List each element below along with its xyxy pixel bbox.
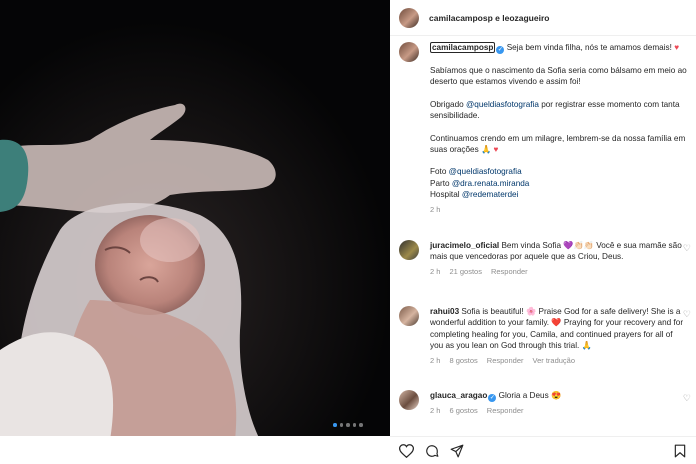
commenter-username[interactable]: rahui03	[430, 307, 459, 316]
carousel-dot[interactable]	[346, 423, 350, 427]
comment-body: rahui03 Sofia is beautiful! 🌸 Praise God…	[430, 306, 686, 366]
mention-link[interactable]: @queldiasfotografia	[466, 100, 539, 109]
caption-body: camilacamposp ✓ Seja bem vinda filha, nós…	[430, 42, 688, 215]
comment-body: glauca_aragao ✓ Gloria a Deus 😍 2 h6 gost…	[430, 390, 686, 416]
credit-parto: Parto @dra.renata.miranda	[430, 178, 688, 189]
caption-paragraph-1: Sabíamos que o nascimento da Sofia seria…	[430, 66, 687, 87]
translate-button[interactable]: Ver tradução	[533, 356, 576, 365]
caption: camilacamposp ✓ Seja bem vinda filha, nós…	[399, 42, 689, 215]
share-icon[interactable]	[450, 444, 464, 458]
comment-body: juracimelo_oficial Bem vinda Sofia 💜👏🏻👏🏻…	[430, 240, 686, 277]
heart-icon[interactable]: ♡	[683, 243, 691, 254]
post-photo[interactable]	[0, 0, 390, 440]
comment-likes[interactable]: 6 gostos	[449, 406, 477, 415]
commenter-avatar[interactable]	[399, 306, 419, 326]
credit-label: Hospital	[430, 190, 462, 200]
comment: glauca_aragao ✓ Gloria a Deus 😍 2 h6 gost…	[399, 390, 695, 416]
comment-text: Gloria a Deus 😍	[496, 391, 562, 400]
comment-meta: 2 h 21 gostos Responder	[430, 266, 686, 277]
action-bar	[390, 436, 696, 464]
like-icon[interactable]	[399, 443, 414, 458]
credit-foto: Foto @queldiasfotografia	[430, 166, 688, 177]
credit-hospital: Hospital @redematerdei	[430, 189, 688, 200]
carousel-dot[interactable]	[352, 423, 357, 427]
credit-label: Foto	[430, 167, 449, 177]
comment: juracimelo_oficial Bem vinda Sofia 💜👏🏻👏🏻…	[399, 240, 695, 277]
post-panel: camilacamposp e leozagueiro camilacampos…	[390, 0, 696, 464]
comment-time[interactable]: 2 h	[430, 356, 440, 365]
mention-link[interactable]: @redematerdei	[462, 190, 519, 199]
heart-emoji: ♥	[493, 145, 499, 155]
commenter-avatar[interactable]	[399, 240, 419, 260]
carousel-dot[interactable]	[359, 423, 363, 427]
save-icon[interactable]	[674, 444, 686, 458]
comment-likes[interactable]: 21 gostos	[449, 267, 482, 276]
author-avatar[interactable]	[399, 7, 419, 28]
comment-time[interactable]: 2 h	[430, 267, 440, 276]
caption-meta: 2 h	[430, 204, 688, 215]
post-header: camilacamposp e leozagueiro	[390, 0, 696, 36]
commenter-username[interactable]: glauca_aragao	[430, 391, 487, 400]
caption-text: Continuamos crendo em um milagre, lembre…	[430, 133, 686, 155]
caption-text: Obrigado	[430, 99, 466, 109]
reply-button[interactable]: Responder	[491, 267, 528, 276]
author-names[interactable]: camilacamposp e leozagueiro	[429, 13, 549, 23]
commenter-username[interactable]: juracimelo_oficial	[430, 241, 499, 250]
comment-meta: 2 h 8 gostos Responder Ver tradução	[430, 355, 686, 366]
heart-icon[interactable]: ♡	[683, 393, 691, 404]
commenter-avatar[interactable]	[399, 390, 419, 410]
caption-time[interactable]: 2 h	[430, 205, 440, 214]
comment-text: Sofia is beautiful! 🌸 Praise God for a s…	[430, 307, 684, 351]
reply-button[interactable]: Responder	[487, 356, 524, 365]
comment-time[interactable]: 2 h	[430, 406, 440, 415]
caption-username[interactable]: camilacamposp	[430, 42, 496, 53]
photo-footer	[0, 436, 390, 464]
comment-meta: 2 h 6 gostos Responder	[430, 405, 686, 416]
caption-paragraph-2: Obrigado @queldiasfotografia por registr…	[430, 99, 688, 122]
comment: rahui03 Sofia is beautiful! 🌸 Praise God…	[399, 306, 695, 366]
mention-link[interactable]: @dra.renata.miranda	[452, 179, 530, 188]
heart-icon[interactable]: ♡	[683, 309, 691, 320]
mention-link[interactable]: @queldiasfotografia	[449, 167, 522, 176]
caption-paragraph-3: Continuamos crendo em um milagre, lembre…	[430, 133, 688, 156]
caption-avatar[interactable]	[399, 42, 419, 62]
credit-label: Parto	[430, 178, 452, 188]
newborn-photo	[0, 0, 390, 440]
carousel-dot[interactable]	[339, 423, 344, 427]
heart-emoji: ♥	[674, 43, 680, 52]
comment-likes[interactable]: 8 gostos	[449, 356, 477, 365]
reply-button[interactable]: Responder	[487, 406, 524, 415]
comment-icon[interactable]	[425, 444, 439, 458]
carousel-dot[interactable]	[333, 423, 337, 427]
caption-first-line: Seja bem vinda filha, nós te amamos dema…	[504, 43, 675, 52]
